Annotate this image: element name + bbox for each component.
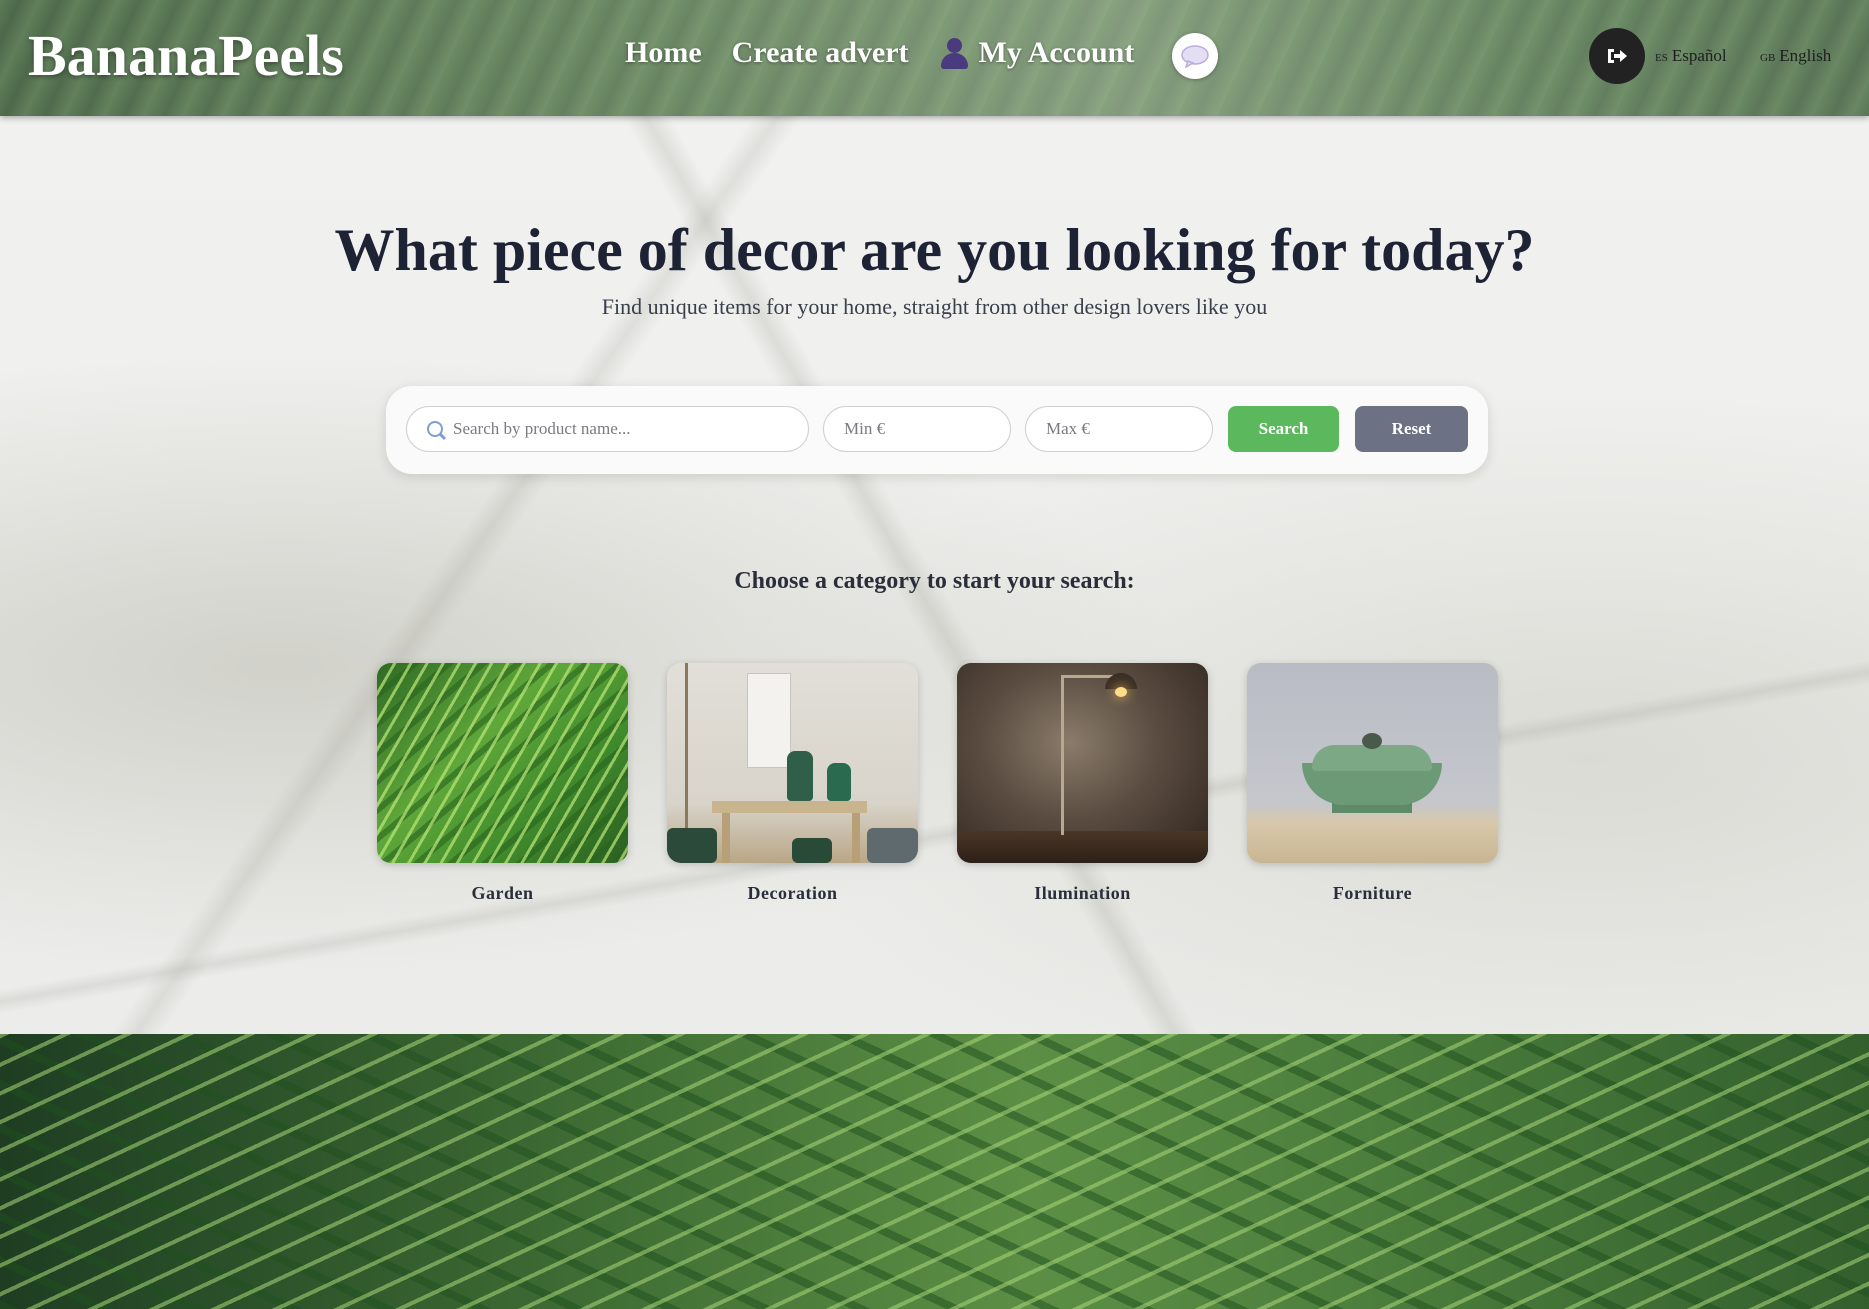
category-heading: Choose a category to start your search: — [734, 568, 1135, 594]
category-card-decoration[interactable]: Decoration — [667, 663, 918, 904]
category-card-garden[interactable]: Garden — [377, 663, 628, 904]
search-icon — [427, 421, 443, 437]
site-logo[interactable]: BananaPeels — [28, 22, 344, 89]
main-nav: Home Create advert My Account — [625, 36, 1164, 70]
category-label-garden: Garden — [471, 883, 534, 903]
flag-gb-icon: GB — [1760, 52, 1776, 64]
decoration-image[interactable] — [667, 663, 918, 863]
hero-subtitle: Find unique items for your home, straigh… — [601, 294, 1268, 319]
category-card-forniture[interactable]: Forniture — [1247, 663, 1498, 904]
forniture-image[interactable] — [1247, 663, 1498, 863]
user-icon — [939, 36, 969, 70]
min-price-input[interactable]: Min € — [823, 406, 1011, 452]
language-gb-link[interactable]: GB English — [1760, 46, 1831, 66]
product-name-search-input[interactable]: Search by product name... — [406, 406, 809, 452]
language-gb-label: English — [1779, 46, 1832, 65]
nav-my-account-link[interactable]: My Account — [939, 36, 1135, 70]
ilumination-image[interactable] — [957, 663, 1208, 863]
logout-button[interactable] — [1589, 28, 1645, 84]
category-label-decoration: Decoration — [747, 883, 838, 903]
category-label-ilumination: Ilumination — [1034, 883, 1131, 903]
category-card-ilumination[interactable]: Ilumination — [957, 663, 1208, 904]
flag-es-icon: ES — [1655, 52, 1668, 64]
search-button[interactable]: Search — [1228, 406, 1339, 452]
nav-create-advert-link[interactable]: Create advert — [732, 36, 909, 70]
category-label-forniture: Forniture — [1332, 883, 1413, 903]
hero-title: What piece of decor are you looking for … — [334, 217, 1535, 283]
max-price-placeholder: Max € — [1046, 419, 1090, 438]
logout-icon — [1608, 49, 1627, 63]
chat-button[interactable] — [1172, 33, 1218, 79]
search-bar: Search by product name... Min € Max € Se… — [386, 386, 1488, 474]
reset-button[interactable]: Reset — [1355, 406, 1468, 452]
footer-leaves-banner — [0, 1034, 1869, 1309]
garden-image[interactable] — [377, 663, 628, 863]
max-price-input[interactable]: Max € — [1025, 406, 1213, 452]
chat-bubble-icon — [1181, 45, 1209, 68]
language-es-link[interactable]: ES Español — [1655, 46, 1727, 66]
nav-home-link[interactable]: Home — [625, 36, 702, 70]
nav-my-account-label: My Account — [978, 36, 1135, 69]
top-navbar: BananaPeels Home Create advert My Accoun… — [0, 0, 1869, 116]
language-es-label: Español — [1671, 46, 1727, 65]
min-price-placeholder: Min € — [844, 419, 886, 438]
main-content: What piece of decor are you looking for … — [0, 116, 1869, 1034]
product-name-placeholder: Search by product name... — [453, 419, 631, 438]
